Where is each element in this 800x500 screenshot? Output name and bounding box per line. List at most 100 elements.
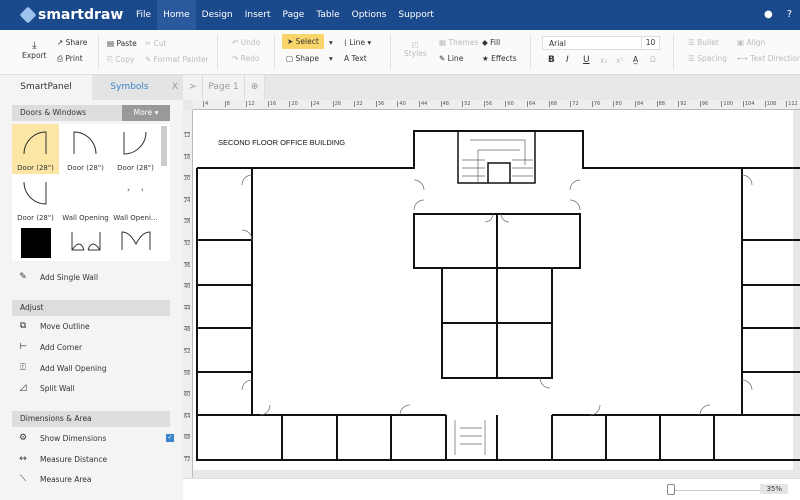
symbol-label: Door (28") (17, 164, 54, 172)
tab-page-1[interactable]: Page 1 (203, 75, 245, 100)
underline-button[interactable]: U (583, 55, 590, 65)
double-door-icon (71, 232, 100, 251)
add-single-wall[interactable]: ✎ Add Single Wall (18, 272, 98, 282)
bullet-button[interactable]: ☰ Bullet (688, 38, 719, 47)
menu-page[interactable]: Page (277, 0, 311, 30)
horizontal-ruler: 4 8 12 16 20 24 28 32 36 40 44 48 52 56 60 64 68 72 76 80 84… (193, 100, 800, 110)
spacing-button[interactable]: ☰ Spacing (688, 54, 727, 63)
styles-button[interactable]: ◰ Styles (404, 40, 427, 58)
select-button[interactable]: ➤ Select (282, 34, 324, 49)
measure-area[interactable]: ⟍ Measure Area (18, 474, 92, 484)
text-direction-button[interactable]: ⟷ Text Direction (737, 54, 800, 63)
bold-button[interactable]: B (548, 55, 555, 65)
close-panel-button[interactable]: X (167, 75, 183, 100)
subscript-button[interactable]: x₂ (600, 56, 607, 65)
select-dropdown[interactable]: ▾ (329, 38, 333, 47)
font-size-input[interactable]: 10 (641, 37, 659, 49)
format-painter-button[interactable]: ✎ Format Painter (145, 55, 209, 64)
symbol-door-1[interactable]: Door (28") (12, 124, 59, 174)
superscript-button[interactable]: x² (616, 56, 623, 65)
shape-button[interactable]: ▢ Shape (286, 54, 319, 63)
align-button[interactable]: ▣ Align (737, 38, 765, 47)
themes-button[interactable]: ▦ Themes (439, 38, 478, 47)
symbol-wall-opening-2[interactable]: › ‹ Wall Openi... (112, 174, 159, 224)
symbol-wall-opening[interactable]: Wall Opening (62, 174, 109, 224)
ruler-tick: 84 (635, 101, 644, 107)
shape-label: Shape (295, 54, 319, 63)
symbol-icon[interactable]: Ω (650, 55, 656, 64)
symbol-double-door-2[interactable] (112, 226, 159, 276)
symbol-solid-block[interactable] (12, 226, 59, 276)
more-button[interactable]: More ▾ (122, 105, 170, 121)
text-label: Text (351, 54, 367, 63)
ruler-tick: 28 (184, 218, 191, 226)
menu-options[interactable]: Options (346, 0, 393, 30)
bug-icon[interactable]: ● (764, 9, 773, 20)
symbol-door-4[interactable]: Door (28") (12, 174, 59, 224)
show-dimensions[interactable]: ⚙ Show Dimensions ✓ (18, 433, 183, 443)
symbol-label: Wall Opening (62, 214, 109, 222)
ruler-tick: 44 (419, 101, 428, 107)
ruler-tick: 20 (184, 175, 191, 183)
ruler-tick: 12 (184, 132, 191, 139)
symbol-double-door[interactable] (62, 226, 109, 276)
ruler-tick: 68 (184, 434, 191, 442)
spacing-label: Spacing (697, 54, 727, 63)
cut-button[interactable]: ✂ Cut (145, 39, 167, 48)
show-dimensions-checkbox[interactable]: ✓ (166, 434, 174, 442)
page-nav-button[interactable]: > (183, 75, 203, 100)
ruler-tick: 24 (311, 101, 320, 107)
ruler-tick: 88 (656, 101, 665, 107)
effects-button[interactable]: ★ Effects (482, 54, 517, 63)
ruler-tick: 60 (505, 101, 514, 107)
add-page-button[interactable]: ⊕ (245, 75, 265, 100)
menu-insert[interactable]: Insert (239, 0, 277, 30)
item-label: Measure Area (40, 474, 92, 484)
paste-button[interactable]: ▤ Paste (107, 39, 137, 48)
font-select[interactable]: Arial 10 (542, 36, 660, 50)
styles-label: Styles (404, 49, 427, 58)
share-button[interactable]: ↗ Share (57, 38, 87, 47)
ruler-icon: ↔ (19, 454, 27, 464)
logo-icon (19, 6, 37, 24)
line-button[interactable]: ⟨ Line ▾ (344, 38, 371, 47)
menu-home[interactable]: Home (157, 0, 196, 30)
fill-button[interactable]: ◆ Fill (482, 38, 500, 47)
add-wall-opening[interactable]: ⍐ Add Wall Opening (18, 363, 106, 373)
double-door-icon (121, 231, 150, 250)
symbol-scrollbar[interactable] (161, 126, 167, 166)
drawing-page[interactable]: SECOND FLOOR OFFICE BUILDING (193, 110, 800, 470)
door-icon (23, 181, 46, 205)
move-outline[interactable]: ⧉ Move Outline (18, 321, 90, 331)
zoom-slider-track[interactable] (673, 490, 763, 491)
split-wall[interactable]: ◿ Split Wall (18, 383, 75, 393)
measure-distance[interactable]: ↔ Measure Distance (18, 454, 107, 464)
zoom-slider-thumb[interactable] (667, 484, 675, 495)
menu-file[interactable]: File (130, 0, 157, 30)
text-color-button[interactable]: A̲ (633, 55, 638, 64)
text-direction-label: Text Direction (750, 54, 800, 63)
menu-support[interactable]: Support (392, 0, 440, 30)
shape-dropdown[interactable]: ▾ (329, 54, 333, 63)
symbol-door-2[interactable]: Door (28") (62, 124, 109, 174)
ruler-tick: 32 (354, 101, 363, 107)
tab-smartpanel[interactable]: SmartPanel (0, 75, 92, 100)
help-icon[interactable]: ? (787, 9, 792, 20)
text-button[interactable]: A Text (344, 54, 367, 63)
symbol-door-3[interactable]: Door (28") (112, 124, 159, 174)
copy-button[interactable]: ⎘ Copy (107, 55, 134, 65)
redo-button[interactable]: ↷ Redo (232, 54, 260, 63)
section-title: Doors & Windows (20, 108, 87, 117)
menu-design[interactable]: Design (196, 0, 239, 30)
print-button[interactable]: ⎙ Print (57, 54, 83, 64)
export-button[interactable]: ⤓ Export (22, 40, 47, 60)
undo-button[interactable]: ↶ Undo (232, 38, 260, 47)
menu-table[interactable]: Table (310, 0, 345, 30)
line-style-button[interactable]: ✎ Line (439, 54, 463, 63)
canvas-area: > Page 1 ⊕ 4 8 12 16 20 24 28 32 36 40 44 48 52 56 60 6… (183, 75, 800, 485)
tab-symbols[interactable]: Symbols (92, 75, 167, 100)
add-corner[interactable]: ⊢ Add Corner (18, 342, 82, 352)
ruler-tick: 56 (184, 369, 191, 377)
italic-button[interactable]: I (566, 55, 569, 65)
ruler-tick: 112 (786, 101, 798, 107)
